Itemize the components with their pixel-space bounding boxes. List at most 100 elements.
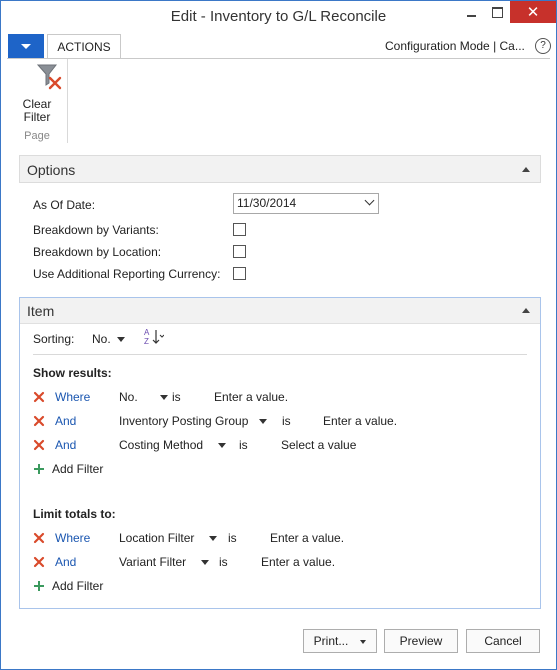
filter-operator: is xyxy=(282,414,291,428)
collapse-icon[interactable] xyxy=(522,167,530,172)
minimize-icon xyxy=(466,15,476,17)
chevron-down-icon[interactable] xyxy=(360,639,367,644)
app-menu-button[interactable] xyxy=(8,34,44,58)
add-filter-label: Add Filter xyxy=(52,579,104,593)
maximize-icon xyxy=(491,6,503,18)
svg-text:A: A xyxy=(144,328,150,337)
breakdown-location-label: Breakdown by Location: xyxy=(33,245,162,259)
breakdown-location-checkbox[interactable] xyxy=(233,245,246,258)
tab-actions[interactable]: ACTIONS xyxy=(47,34,121,58)
filter-value-input[interactable]: Select a value xyxy=(281,438,356,452)
clear-filter-icon xyxy=(37,64,62,90)
ribbon-group-page: Clear Filter Page xyxy=(19,59,68,143)
filter-field-dropdown[interactable]: Inventory Posting Group xyxy=(119,414,268,428)
filter-row: Where No. is Enter a value. xyxy=(33,390,527,406)
configuration-mode-label[interactable]: Configuration Mode | Ca... xyxy=(385,39,525,53)
remove-filter-icon[interactable] xyxy=(33,532,45,544)
filter-conjunction: And xyxy=(55,414,77,428)
filter-conjunction: And xyxy=(55,555,77,569)
filter-operator: is xyxy=(172,390,181,404)
remove-filter-icon[interactable] xyxy=(33,439,45,451)
filter-operator: is xyxy=(219,555,228,569)
print-button[interactable]: Print... xyxy=(303,629,377,653)
item-section: Item Sorting: No. A Z Show results: Wher… xyxy=(19,297,541,609)
chevron-down-icon xyxy=(201,560,210,566)
filter-value-input[interactable]: Enter a value. xyxy=(261,555,335,569)
filter-field: Inventory Posting Group xyxy=(119,414,249,428)
limit-totals-label: Limit totals to: xyxy=(33,507,116,521)
remove-filter-icon[interactable] xyxy=(33,415,45,427)
filter-conjunction: And xyxy=(55,438,77,452)
ribbon-panel: Clear Filter Page xyxy=(7,59,550,147)
chevron-down-icon xyxy=(21,43,31,49)
options-header[interactable]: Options xyxy=(19,155,541,183)
filter-field-dropdown[interactable]: Variant Filter xyxy=(119,555,210,569)
options-section: Options As Of Date: 11/30/2014 Breakdown… xyxy=(19,155,541,293)
close-icon: ✕ xyxy=(526,4,540,21)
close-button[interactable]: ✕ xyxy=(510,1,556,23)
filter-operator: is xyxy=(239,438,248,452)
filter-row: Where Location Filter is Enter a value. xyxy=(33,531,527,547)
clear-filter-label-line2: Filter xyxy=(23,110,51,124)
title-bar: Edit - Inventory to G/L Reconcile ✕ xyxy=(1,1,556,32)
filter-conjunction: Where xyxy=(55,390,91,404)
clear-filter-label: Clear Filter xyxy=(19,98,55,124)
filter-row: And Variant Filter is Enter a value. xyxy=(33,555,527,571)
remove-filter-icon[interactable] xyxy=(33,556,45,568)
cancel-button[interactable]: Cancel xyxy=(466,629,540,653)
filter-field-dropdown[interactable]: No. xyxy=(119,390,168,404)
collapse-icon[interactable] xyxy=(522,308,530,313)
item-header[interactable]: Item xyxy=(20,298,540,324)
sorting-value: No. xyxy=(92,332,111,346)
preview-button[interactable]: Preview xyxy=(384,629,458,653)
add-filter-button[interactable]: Add Filter xyxy=(33,579,153,595)
chevron-down-icon[interactable] xyxy=(364,195,375,206)
dialog-window: Edit - Inventory to G/L Reconcile ✕ ACTI… xyxy=(0,0,557,670)
filter-field: No. xyxy=(119,390,138,404)
filter-field-dropdown[interactable]: Location Filter xyxy=(119,531,218,545)
filter-operator: is xyxy=(228,531,237,545)
add-filter-label: Add Filter xyxy=(52,462,104,476)
svg-text:Z: Z xyxy=(144,337,149,346)
plus-icon xyxy=(34,581,44,591)
item-title: Item xyxy=(27,303,55,319)
breakdown-variants-checkbox[interactable] xyxy=(233,223,246,236)
help-icon[interactable]: ? xyxy=(535,38,551,54)
clear-filter-button[interactable]: Clear Filter xyxy=(19,59,67,125)
remove-filter-icon[interactable] xyxy=(33,391,45,403)
chevron-down-icon xyxy=(116,337,125,343)
filter-field: Location Filter xyxy=(119,531,195,545)
sorting-label: Sorting: xyxy=(33,332,75,346)
use-acy-label: Use Additional Reporting Currency: xyxy=(33,267,221,281)
chevron-down-icon xyxy=(218,443,227,449)
breakdown-variants-label: Breakdown by Variants: xyxy=(33,223,159,237)
chevron-down-icon xyxy=(209,536,218,542)
filter-value-input[interactable]: Enter a value. xyxy=(270,531,344,545)
ribbon-tabs: ACTIONS Configuration Mode | Ca... ? xyxy=(7,34,551,59)
print-label: Print... xyxy=(313,634,349,648)
filter-field-dropdown[interactable]: Costing Method xyxy=(119,438,227,452)
filter-row: And Costing Method is Select a value xyxy=(33,438,527,454)
use-acy-checkbox[interactable] xyxy=(233,267,246,280)
chevron-down-icon xyxy=(159,395,168,401)
plus-icon xyxy=(34,464,44,474)
as-of-date-field[interactable]: 11/30/2014 xyxy=(233,193,379,214)
show-results-label: Show results: xyxy=(33,366,112,380)
filter-value-input[interactable]: Enter a value. xyxy=(214,390,288,404)
add-filter-button[interactable]: Add Filter xyxy=(33,462,153,478)
ribbon-group-label: Page xyxy=(24,130,50,142)
maximize-button[interactable] xyxy=(484,1,510,23)
divider xyxy=(33,354,527,355)
sort-ascending-icon[interactable]: A Z xyxy=(144,328,164,346)
filter-row: And Inventory Posting Group is Enter a v… xyxy=(33,414,527,430)
chevron-down-icon xyxy=(259,419,268,425)
filter-value-input[interactable]: Enter a value. xyxy=(323,414,397,428)
as-of-date-label: As Of Date: xyxy=(33,198,96,212)
options-title: Options xyxy=(27,162,76,178)
filter-field: Costing Method xyxy=(119,438,204,452)
as-of-date-value: 11/30/2014 xyxy=(237,196,297,210)
filter-conjunction: Where xyxy=(55,531,91,545)
minimize-button[interactable] xyxy=(458,1,484,23)
sorting-dropdown[interactable]: No. xyxy=(92,332,125,346)
filter-field: Variant Filter xyxy=(119,555,187,569)
